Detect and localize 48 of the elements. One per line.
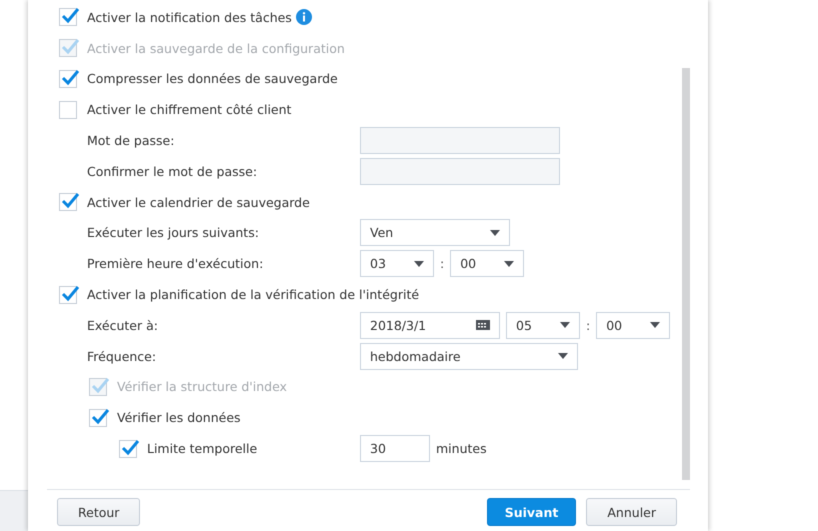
checkbox-label: Activer la planification de la vérification de l'intégrité (87, 287, 420, 302)
scrollbar[interactable] (682, 68, 690, 480)
dropdown[interactable]: 05 (506, 312, 580, 339)
info-icon[interactable] (296, 9, 312, 26)
dropdown[interactable]: 03 (360, 250, 434, 278)
minutes-field[interactable]: 30 (360, 435, 430, 462)
field-label: Exécuter les jours suivants: (87, 225, 259, 240)
checkbox-label: Activer le calendrier de sauvegarde (87, 194, 310, 210)
password-field[interactable] (360, 127, 560, 154)
checkbox[interactable] (59, 100, 77, 119)
checkbox[interactable] (119, 440, 137, 458)
caret-icon (504, 260, 514, 267)
time-separator: : (586, 318, 590, 333)
checkbox-label: Activer la notification des tâches (87, 10, 292, 25)
date-field[interactable]: 2018/3/1 (360, 312, 500, 339)
checkbox-label: Vérifier les données (117, 410, 241, 426)
background-panel (0, 490, 28, 531)
next-button[interactable]: Suivant (486, 498, 576, 526)
checkbox[interactable] (59, 193, 77, 212)
field-label: Confirmer le mot de passe: (87, 164, 258, 179)
checkbox-label: Activer le chiffrement côté client (87, 102, 292, 118)
dialog-button[interactable]: Retour (57, 498, 140, 526)
checkbox-label: Activer la sauvegarde de la configuration (87, 40, 345, 56)
caret-icon (650, 322, 660, 328)
checkbox[interactable] (59, 8, 77, 26)
dropdown[interactable]: 00 (596, 312, 670, 339)
dropdown[interactable]: 00 (450, 250, 524, 278)
dialog-button[interactable]: Annuler (586, 498, 677, 526)
caret-icon (490, 230, 500, 236)
field-label: Première heure d'exécution: (87, 256, 264, 272)
field-label: Exécuter à: (87, 318, 158, 333)
time-separator: : (440, 256, 444, 272)
checkbox[interactable] (59, 70, 77, 88)
dropdown[interactable]: hebdomadaire (360, 342, 578, 370)
checkbox[interactable] (89, 408, 107, 427)
dropdown[interactable]: Ven (360, 219, 510, 246)
calendar-icon (476, 320, 490, 330)
caret-icon (558, 353, 568, 360)
caret-icon (560, 322, 570, 328)
caret-icon (414, 260, 424, 267)
field-label: Mot de passe: (87, 133, 174, 148)
checkbox[interactable] (59, 286, 77, 304)
password-field[interactable] (360, 158, 560, 185)
checkbox-label: Limite temporelle (147, 441, 258, 456)
unit-label: minutes (436, 441, 487, 456)
checkbox-label: Vérifier la structure d'index (117, 379, 287, 394)
field-label: Fréquence: (87, 348, 156, 364)
checkbox-label: Compresser les données de sauvegarde (87, 71, 338, 86)
